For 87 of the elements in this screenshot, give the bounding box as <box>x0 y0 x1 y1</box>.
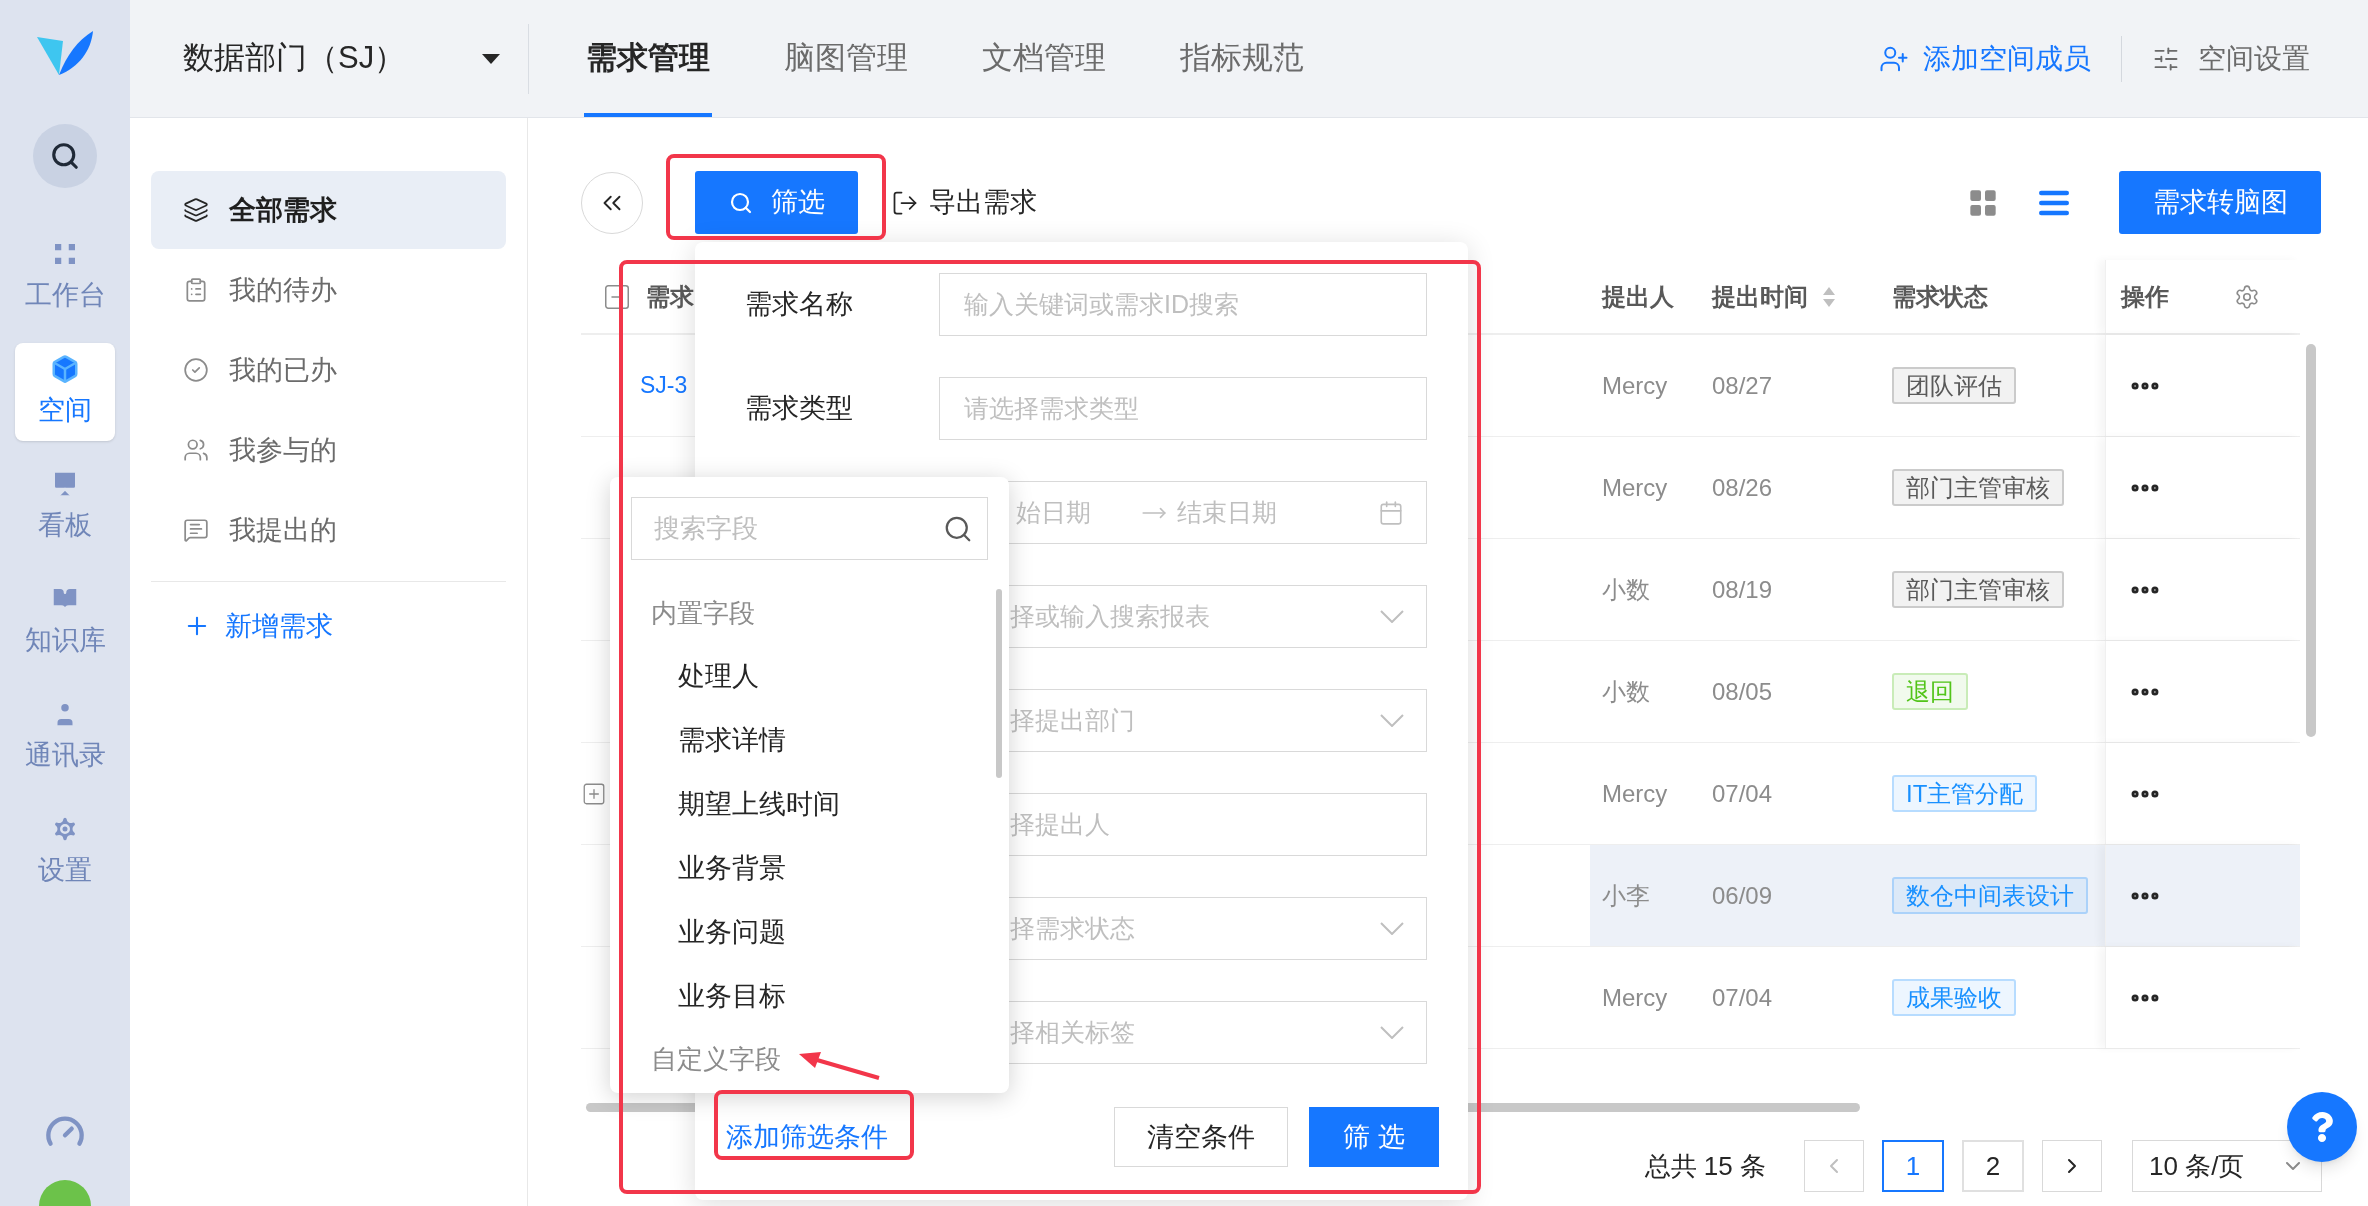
chevron-down-icon <box>1380 1026 1404 1039</box>
rail-item[interactable]: 通讯录 <box>15 688 115 786</box>
check-circle-icon <box>183 357 209 383</box>
nav-tab[interactable]: 文档管理 <box>980 0 1108 117</box>
column-header[interactable]: 操作 <box>2121 278 2169 315</box>
caret-icon <box>482 53 500 64</box>
chevron-down-icon <box>1380 922 1404 935</box>
message-icon <box>183 517 209 543</box>
status-tag: 团队评估 <box>1892 366 2016 404</box>
nav-tab[interactable]: 脑图管理 <box>782 0 910 117</box>
field-group-label: 内置字段 <box>651 596 755 630</box>
chevron-down-icon <box>1380 610 1404 623</box>
proposer-cell: Mercy <box>1602 371 1668 399</box>
sidebar-item[interactable]: 我提出的 <box>151 491 506 569</box>
add-member-button[interactable]: 添加空间成员 <box>1879 37 2091 80</box>
proposer-cell: 小数 <box>1602 677 1650 705</box>
field-label: 需求类型 <box>745 393 853 424</box>
select-placeholder: 择相关标签 <box>1010 1016 1135 1048</box>
text-field[interactable]: 输入关键词或需求ID搜索 <box>939 273 1427 336</box>
date-cell: 07/04 <box>1712 779 1773 807</box>
status-tag: IT主管分配 <box>1892 774 2038 812</box>
nav-tab[interactable]: 指标规范 <box>1178 0 1306 117</box>
status-tag: 退回 <box>1892 672 1968 710</box>
sidebar-item[interactable]: 我参与的 <box>151 411 506 489</box>
table-row[interactable]: 小李 06/09 数仓中间表设计 <box>1590 845 2300 946</box>
date-cell: 08/19 <box>1712 575 1773 603</box>
rail-item[interactable]: 知识库 <box>15 573 115 671</box>
date-cell: 06/09 <box>1712 881 1773 909</box>
proposer-cell: Mercy <box>1602 983 1668 1011</box>
new-requirement-button[interactable]: 新增需求 <box>151 606 506 646</box>
rail-item[interactable]: 看板 <box>15 458 115 556</box>
field-search-box[interactable]: 搜索字段 <box>631 497 988 560</box>
status-tag: 成果验收 <box>1892 978 2016 1016</box>
date-cell: 07/04 <box>1712 983 1773 1011</box>
page-button[interactable]: 1 <box>1882 1140 1944 1192</box>
total-count: 总共 15 条 <box>1644 1149 1766 1183</box>
text-field[interactable]: 请选择需求类型 <box>939 377 1427 440</box>
select-placeholder: 择需求状态 <box>1010 912 1135 944</box>
rail-item[interactable]: 设置 <box>15 803 115 901</box>
sidebar-item[interactable]: 全部需求 <box>151 171 506 249</box>
sidebar-item[interactable]: 我的待办 <box>151 251 506 329</box>
search-icon <box>50 141 80 171</box>
select-placeholder: 择或输入搜索报表 <box>1010 600 1210 632</box>
column-header[interactable]: 需求 <box>646 278 694 315</box>
field-group-label: 自定义字段 <box>651 1042 781 1076</box>
requirement-id-link[interactable]: SJ-3 <box>640 368 688 403</box>
rail-item[interactable]: 空间 <box>15 343 115 441</box>
clear-button[interactable]: 清空条件 <box>1114 1107 1288 1167</box>
sidebar-item[interactable]: 我的已办 <box>151 331 506 409</box>
proposer-cell: 小李 <box>1602 881 1650 909</box>
page-button[interactable]: 2 <box>1962 1140 2024 1192</box>
space-selector[interactable]: 数据部门（SJ） <box>130 0 528 117</box>
apply-filter-button[interactable]: 筛 选 <box>1309 1107 1439 1167</box>
space-settings-button[interactable]: 空间设置 <box>2152 37 2310 80</box>
calendar-icon <box>1378 499 1404 526</box>
export-button[interactable]: 导出需求 <box>891 182 1037 223</box>
column-header[interactable]: 需求状态 <box>1892 278 1988 315</box>
end-date-placeholder: 结束日期 <box>1177 496 1277 528</box>
scrollbar-thumb[interactable] <box>2306 344 2316 737</box>
mindmap-button[interactable]: 需求转脑图 <box>2119 171 2321 234</box>
page-size-select[interactable]: 10 条/页 <box>2132 1140 2322 1192</box>
select-placeholder: 择提出部门 <box>1010 704 1135 736</box>
proposer-cell: 小数 <box>1602 575 1650 603</box>
settings-icon[interactable] <box>2234 283 2260 310</box>
column-header[interactable]: 提出人 <box>1602 278 1674 315</box>
proposer-cell: Mercy <box>1602 473 1668 501</box>
date-cell: 08/27 <box>1712 371 1773 399</box>
layers-icon <box>183 197 209 223</box>
field-search-input[interactable]: 搜索字段 <box>654 509 904 548</box>
search-icon <box>728 190 753 215</box>
add-condition-link[interactable]: 添加筛选条件 <box>726 1116 888 1158</box>
chevron-down-icon <box>1380 714 1404 727</box>
people-icon <box>183 437 209 463</box>
status-tag: 部门主管审核 <box>1892 570 2064 608</box>
date-cell: 08/05 <box>1712 677 1773 705</box>
proposer-cell: Mercy <box>1602 779 1668 807</box>
scrollbar-thumb[interactable] <box>996 589 1002 778</box>
cube-icon <box>50 353 80 384</box>
filter-button[interactable]: 筛选 <box>695 171 858 234</box>
rail-item[interactable]: 工作台 <box>15 228 115 326</box>
field-label: 需求名称 <box>745 289 853 320</box>
column-header[interactable]: 提出时间 <box>1712 278 1836 315</box>
status-tag: 部门主管审核 <box>1892 468 2064 506</box>
date-cell: 08/26 <box>1712 473 1773 501</box>
start-date-placeholder: 始日期 <box>1016 496 1091 528</box>
status-tag: 数仓中间表设计 <box>1892 876 2088 914</box>
clipboard-icon <box>183 277 209 303</box>
